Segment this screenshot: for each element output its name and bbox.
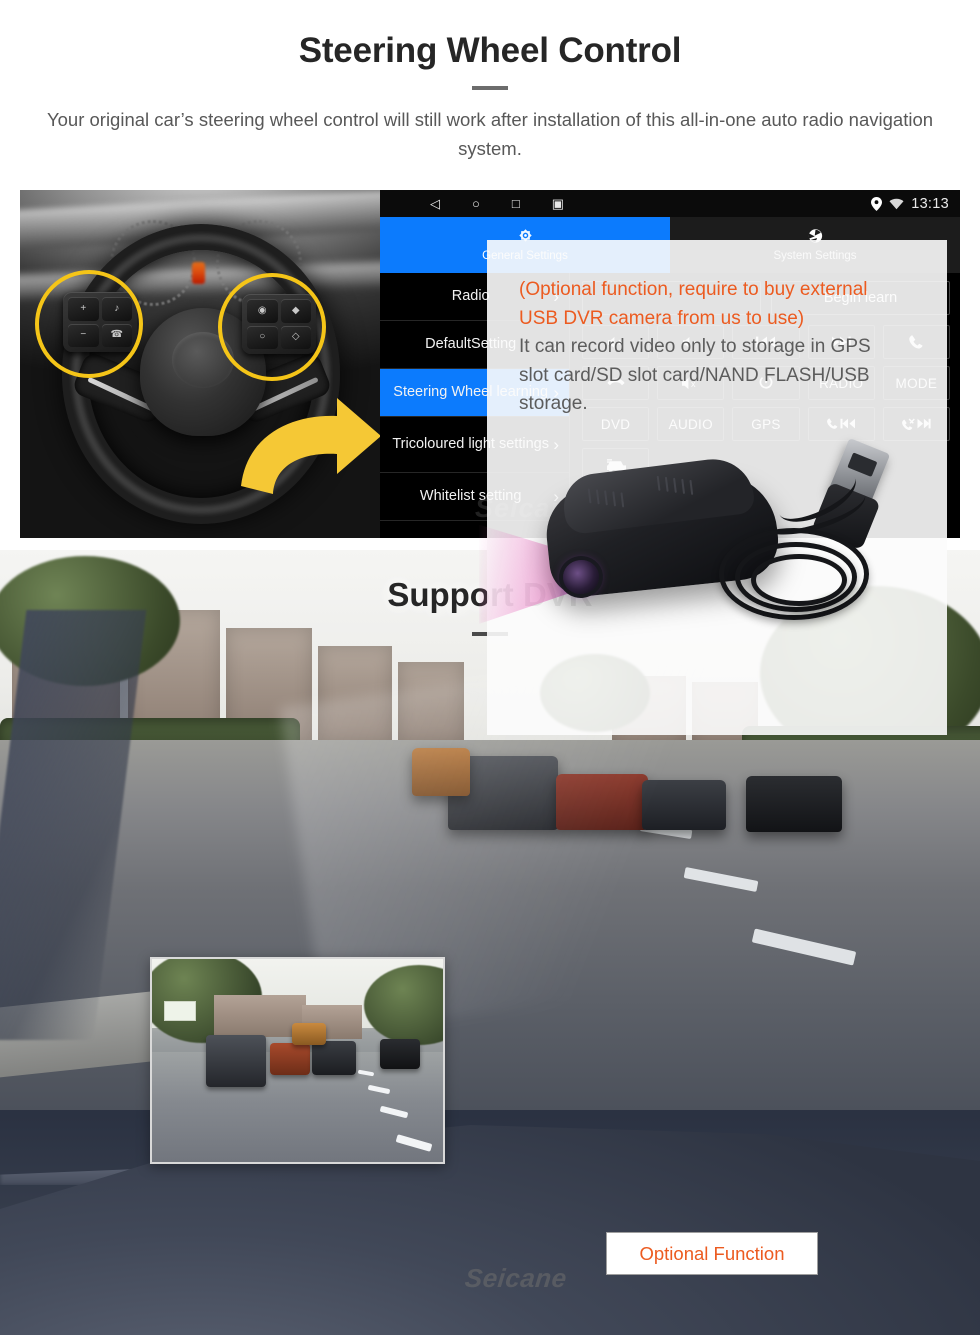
dvr-highlight-line-1: (Optional function, require to buy exter… bbox=[519, 279, 868, 300]
status-indicators: 13:13 bbox=[871, 196, 949, 212]
dashcam-inset-photo bbox=[150, 957, 445, 1164]
inset-car bbox=[380, 1039, 420, 1069]
dvr-normal-line-1: It can record video only to storage in G… bbox=[519, 336, 871, 357]
inset-car bbox=[270, 1043, 310, 1075]
android-status-bar: ◁ ○ □ ▣ 13:13 bbox=[380, 190, 960, 217]
highlight-circle-left bbox=[35, 270, 143, 378]
title-divider bbox=[472, 86, 508, 90]
wifi-icon bbox=[889, 198, 904, 209]
navigation-buttons[interactable]: ◁ ○ □ ▣ bbox=[430, 196, 564, 212]
page-title: Steering Wheel Control bbox=[298, 31, 682, 70]
inset-truck bbox=[292, 1023, 326, 1045]
dvr-camera-image bbox=[479, 420, 937, 680]
inset-road-sign bbox=[164, 1001, 196, 1021]
dvr-normal-line-2: slot card/SD slot card/NAND FLASH/USB bbox=[519, 364, 870, 386]
recents-icon[interactable]: □ bbox=[512, 196, 520, 211]
dvr-normal-line-3: storage. bbox=[519, 393, 588, 414]
dvr-info-text: (Optional function, require to buy exter… bbox=[487, 240, 947, 419]
cable-coil bbox=[751, 554, 847, 606]
product-feature-page: Steering Wheel Control Your original car… bbox=[0, 0, 980, 1335]
clock: 13:13 bbox=[911, 195, 949, 212]
optional-function-button[interactable]: Optional Function bbox=[606, 1232, 818, 1275]
inset-car bbox=[206, 1035, 266, 1087]
dvr-highlight-line-2: USB DVR camera from us to use) bbox=[519, 307, 805, 329]
steering-wheel-photo: + ♪ − ☎ ◉ ◆ ○ ◇ bbox=[20, 190, 380, 538]
inset-car bbox=[312, 1041, 356, 1075]
section-subtitle: Your original car’s steering wheel contr… bbox=[46, 109, 934, 159]
location-pin-icon bbox=[871, 196, 883, 211]
highlight-circle-right bbox=[218, 273, 326, 381]
dvr-info-panel: (Optional function, require to buy exter… bbox=[479, 240, 947, 735]
screenshot-icon[interactable]: ▣ bbox=[552, 196, 564, 212]
watermark-seicane-bottom: Seicane bbox=[463, 1263, 569, 1293]
home-icon[interactable]: ○ bbox=[472, 196, 480, 211]
yellow-arrow-icon bbox=[241, 398, 380, 494]
back-icon[interactable]: ◁ bbox=[430, 196, 440, 212]
